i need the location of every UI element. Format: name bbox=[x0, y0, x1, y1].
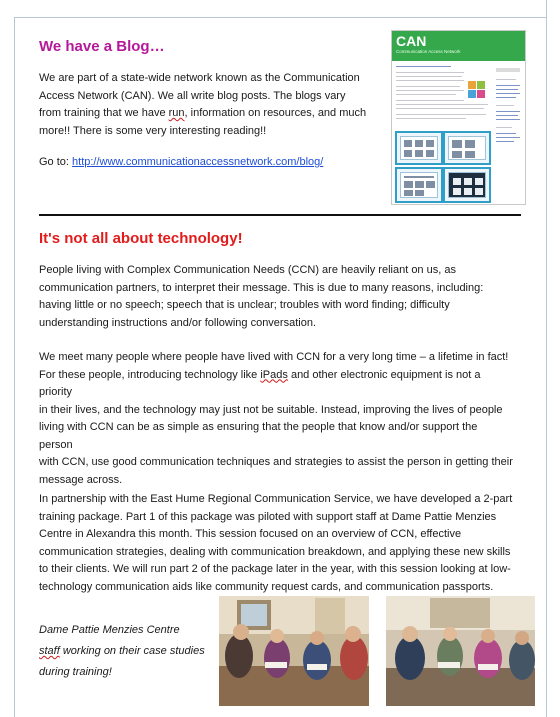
paragraph-line: Centre in Alexandra this month. This ses… bbox=[39, 528, 462, 540]
blog-intro-line: Access Network (CAN). We all write blog … bbox=[39, 89, 346, 102]
caption-line: staff working on their case studies bbox=[39, 645, 205, 657]
paragraph-line: For these people, introducing technology… bbox=[39, 368, 481, 399]
thumb-text-line bbox=[396, 114, 486, 115]
page-border-top bbox=[14, 17, 546, 18]
paragraph-line: living with CCN can be as simple as ensu… bbox=[39, 421, 478, 451]
technology-paragraph-2: We meet many people where people have li… bbox=[39, 349, 513, 489]
blog-intro-line: We are part of a state-wide network know… bbox=[39, 72, 360, 84]
blog-intro-line: more!! There is some very interesting re… bbox=[39, 124, 267, 137]
paragraph-line: communication strategies, dealing with c… bbox=[39, 545, 511, 558]
thumb-text-line bbox=[396, 72, 464, 73]
thumb-sidebar-line bbox=[496, 127, 512, 128]
training-photo bbox=[386, 596, 535, 706]
blog-link[interactable]: http://www.communicationaccessnetwork.co… bbox=[72, 156, 323, 168]
training-photo-art bbox=[386, 596, 535, 706]
thumb-sidebar-link bbox=[496, 85, 520, 86]
thumb-text-line bbox=[396, 108, 484, 109]
thumb-sidebar-link bbox=[496, 141, 514, 142]
kws-tiles-icon bbox=[468, 81, 490, 101]
paragraph-line: to their clients. We will run part 2 of … bbox=[39, 563, 511, 575]
blog-screenshot-thumbnail: CAN Communication Access Network bbox=[391, 30, 526, 205]
thumb-text-line bbox=[396, 76, 462, 77]
can-logo-banner: CAN Communication Access Network bbox=[392, 31, 525, 61]
thumb-board-image bbox=[395, 167, 443, 203]
paragraph-line: We meet many people where people have li… bbox=[39, 351, 509, 363]
blog-intro: We are part of a state-wide network know… bbox=[39, 70, 373, 140]
paragraph-line: People living with Complex Communication… bbox=[39, 264, 456, 276]
can-logo: CAN bbox=[396, 33, 427, 49]
thumb-text-line bbox=[396, 100, 464, 101]
paragraph-line: understanding instructions and/or follow… bbox=[39, 316, 316, 329]
thumb-sidebar-line bbox=[496, 105, 514, 106]
thumb-text-line bbox=[396, 90, 464, 91]
paragraph-line: technology communication aids like commu… bbox=[39, 580, 494, 593]
training-photo bbox=[219, 596, 369, 706]
thumb-sidebar-link bbox=[496, 89, 518, 90]
thumb-sidebar-link bbox=[496, 115, 518, 116]
can-logo-subtitle: Communication Access Network bbox=[396, 49, 461, 54]
paragraph-line: communication partners, to interpret the… bbox=[39, 281, 484, 294]
paragraph-line: training package. Part 1 of this package… bbox=[39, 510, 497, 523]
thumb-sidebar-line bbox=[496, 79, 516, 80]
blog-goto: Go to: http://www.communicationaccessnet… bbox=[39, 154, 373, 172]
technology-paragraph-3: In partnership with the East Hume Region… bbox=[39, 491, 513, 596]
blog-intro-line: from training that we have run, informat… bbox=[39, 107, 367, 119]
thumb-sidebar-link bbox=[496, 119, 520, 120]
goto-label: Go to: bbox=[39, 156, 73, 168]
thumb-sidebar-link bbox=[496, 93, 520, 94]
paragraph-line: message across. bbox=[39, 473, 123, 486]
thumb-board-image bbox=[443, 131, 491, 165]
thumb-text-line bbox=[396, 94, 456, 95]
thumb-post-title bbox=[396, 66, 451, 67]
thumb-sidebar-link bbox=[496, 111, 520, 112]
technology-heading: It's not all about technology! bbox=[39, 230, 243, 247]
training-photo-art bbox=[219, 596, 369, 706]
page-border-left bbox=[14, 17, 15, 717]
thumb-sidebar-link bbox=[496, 97, 516, 98]
caption-line: Dame Pattie Menzies Centre bbox=[39, 624, 180, 636]
paragraph-line: In partnership with the East Hume Region… bbox=[39, 493, 513, 505]
thumb-text-line bbox=[396, 80, 464, 81]
thumb-board-image bbox=[395, 131, 443, 165]
blog-heading: We have a Blog… bbox=[39, 38, 165, 55]
section-divider bbox=[39, 214, 521, 216]
paragraph-line: having little or no speech; speech that … bbox=[39, 299, 450, 311]
technology-paragraph-1: People living with Complex Communication… bbox=[39, 262, 509, 332]
thumb-board-image bbox=[443, 167, 491, 203]
thumb-search-box bbox=[496, 68, 520, 72]
thumb-text-line bbox=[396, 118, 466, 119]
thumb-text-line bbox=[396, 104, 488, 105]
thumb-sidebar-link bbox=[496, 133, 516, 134]
paragraph-line: in their lives, and the technology may j… bbox=[39, 403, 503, 416]
thumb-sidebar-link bbox=[496, 137, 520, 138]
caption-line: during training! bbox=[39, 666, 112, 678]
thumb-text-line bbox=[396, 86, 460, 87]
photo-caption: Dame Pattie Menzies Centre staff working… bbox=[39, 620, 214, 683]
paragraph-line: with CCN, use good communication techniq… bbox=[39, 456, 513, 468]
